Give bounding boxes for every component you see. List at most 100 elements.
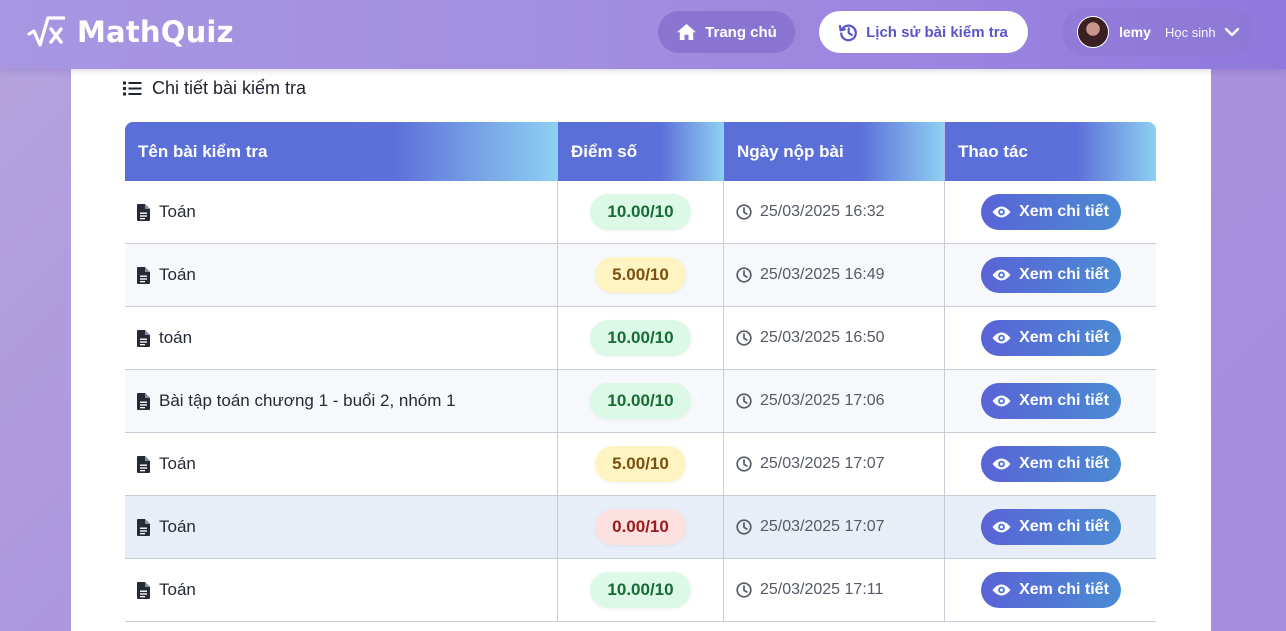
nav-home-button[interactable]: Trang chủ <box>658 11 795 53</box>
test-name: Toán <box>159 454 196 473</box>
cell-date: 25/03/2025 16:49 <box>724 244 945 306</box>
table-body: Toán 10.00/10 25/03/2025 16:32 Xem chi tiết… <box>125 181 1156 622</box>
cell-score: 10.00/10 <box>558 181 724 243</box>
cell-score: 10.00/10 <box>558 370 724 432</box>
cell-score: 0.00/10 <box>558 496 724 558</box>
avatar <box>1077 16 1109 48</box>
cell-action: Xem chi tiết <box>945 433 1156 495</box>
cell-score: 5.00/10 <box>558 433 724 495</box>
test-name: Toán <box>159 265 196 284</box>
view-detail-label: Xem chi tiết <box>1019 392 1109 409</box>
table-row: Toán 10.00/10 25/03/2025 16:32 Xem chi tiết <box>125 181 1156 244</box>
table-header: Tên bài kiểm tra Điểm số Ngày nộp bài Th… <box>125 122 1156 181</box>
view-detail-label: Xem chi tiết <box>1019 581 1109 598</box>
eye-icon <box>992 395 1011 407</box>
clock-icon <box>736 204 752 220</box>
score-badge: 5.00/10 <box>595 257 686 293</box>
eye-icon <box>992 206 1011 218</box>
cell-test-name: toán <box>125 307 558 369</box>
cell-action: Xem chi tiết <box>945 307 1156 369</box>
view-detail-label: Xem chi tiết <box>1019 203 1109 220</box>
cell-test-name: Toán <box>125 244 558 306</box>
test-name: Toán <box>159 580 196 599</box>
test-name: toán <box>159 328 193 347</box>
list-icon <box>123 81 142 96</box>
cell-test-name: Toán <box>125 559 558 621</box>
file-icon <box>137 392 150 410</box>
clock-icon <box>736 582 752 598</box>
submit-date: 25/03/2025 17:07 <box>760 455 885 472</box>
eye-icon <box>992 584 1011 596</box>
test-name: Toán <box>159 202 196 221</box>
column-header-score: Điểm số <box>558 122 724 181</box>
view-detail-label: Xem chi tiết <box>1019 455 1109 472</box>
cell-action: Xem chi tiết <box>945 559 1156 621</box>
content-card: Chi tiết bài kiểm tra Tên bài kiểm tra Đ… <box>71 60 1211 631</box>
view-detail-button[interactable]: Xem chi tiết <box>980 446 1121 482</box>
table-row: Bài tập toán chương 1 - buổi 2, nhóm 1 10… <box>125 370 1156 433</box>
view-detail-button[interactable]: Xem chi tiết <box>980 257 1121 293</box>
nav-home-label: Trang chủ <box>705 23 777 41</box>
table-row: toán 10.00/10 25/03/2025 16:50 Xem chi tiết <box>125 307 1156 370</box>
view-detail-label: Xem chi tiết <box>1019 518 1109 535</box>
score-badge: 10.00/10 <box>590 572 691 608</box>
brand-logo[interactable]: MathQuiz <box>27 15 234 49</box>
table-row: Toán 5.00/10 25/03/2025 17:07 Xem chi tiết <box>125 433 1156 496</box>
cell-score: 5.00/10 <box>558 244 724 306</box>
cell-test-name: Toán <box>125 181 558 243</box>
score-badge: 0.00/10 <box>595 509 686 545</box>
cell-score: 10.00/10 <box>558 307 724 369</box>
cell-date: 25/03/2025 16:50 <box>724 307 945 369</box>
view-detail-label: Xem chi tiết <box>1019 329 1109 346</box>
brand-name: MathQuiz <box>77 15 234 49</box>
clock-icon <box>736 330 752 346</box>
view-detail-button[interactable]: Xem chi tiết <box>980 383 1121 419</box>
submit-date: 25/03/2025 16:49 <box>760 266 885 283</box>
score-badge: 5.00/10 <box>595 446 686 482</box>
view-detail-button[interactable]: Xem chi tiết <box>980 572 1121 608</box>
user-menu[interactable]: lemy Học sinh <box>1062 8 1254 56</box>
view-detail-button[interactable]: Xem chi tiết <box>980 194 1121 230</box>
table-row: Toán 5.00/10 25/03/2025 16:49 Xem chi tiết <box>125 244 1156 307</box>
user-role: Học sinh <box>1165 25 1216 40</box>
submit-date: 25/03/2025 16:32 <box>760 203 885 220</box>
test-name: Bài tập toán chương 1 - buổi 2, nhóm 1 <box>159 391 456 410</box>
view-detail-button[interactable]: Xem chi tiết <box>980 509 1121 545</box>
submit-date: 25/03/2025 16:50 <box>760 329 885 346</box>
cell-date: 25/03/2025 17:07 <box>724 496 945 558</box>
submit-date: 25/03/2025 17:07 <box>760 518 885 535</box>
cell-action: Xem chi tiết <box>945 244 1156 306</box>
cell-test-name: Toán <box>125 496 558 558</box>
nav-history-label: Lịch sử bài kiểm tra <box>866 23 1008 41</box>
cell-action: Xem chi tiết <box>945 181 1156 243</box>
file-icon <box>137 518 150 536</box>
eye-icon <box>992 332 1011 344</box>
view-detail-label: Xem chi tiết <box>1019 266 1109 283</box>
score-badge: 10.00/10 <box>590 320 691 356</box>
chevron-down-icon <box>1224 27 1240 37</box>
cell-test-name: Bài tập toán chương 1 - buổi 2, nhóm 1 <box>125 370 558 432</box>
file-icon <box>137 203 150 221</box>
cell-action: Xem chi tiết <box>945 496 1156 558</box>
cell-date: 25/03/2025 17:07 <box>724 433 945 495</box>
cell-date: 25/03/2025 17:06 <box>724 370 945 432</box>
section-header: Chi tiết bài kiểm tra <box>123 78 306 99</box>
clock-icon <box>736 519 752 535</box>
view-detail-button[interactable]: Xem chi tiết <box>980 320 1121 356</box>
top-navbar: MathQuiz Trang chủ Lịch sử bài kiểm tra … <box>0 0 1286 69</box>
column-header-date: Ngày nộp bài <box>724 122 945 181</box>
column-header-name: Tên bài kiểm tra <box>125 122 558 181</box>
nav-history-button[interactable]: Lịch sử bài kiểm tra <box>819 11 1028 53</box>
section-title: Chi tiết bài kiểm tra <box>152 78 307 98</box>
history-icon <box>839 24 857 41</box>
submit-date: 25/03/2025 17:11 <box>760 581 884 598</box>
table-row: Toán 10.00/10 25/03/2025 17:11 Xem chi tiết <box>125 559 1156 622</box>
cell-test-name: Toán <box>125 433 558 495</box>
file-icon <box>137 581 150 599</box>
file-icon <box>137 455 150 473</box>
clock-icon <box>736 267 752 283</box>
home-icon <box>677 24 697 40</box>
cell-score: 10.00/10 <box>558 559 724 621</box>
cell-date: 25/03/2025 17:11 <box>724 559 945 621</box>
test-name: Toán <box>159 517 196 536</box>
